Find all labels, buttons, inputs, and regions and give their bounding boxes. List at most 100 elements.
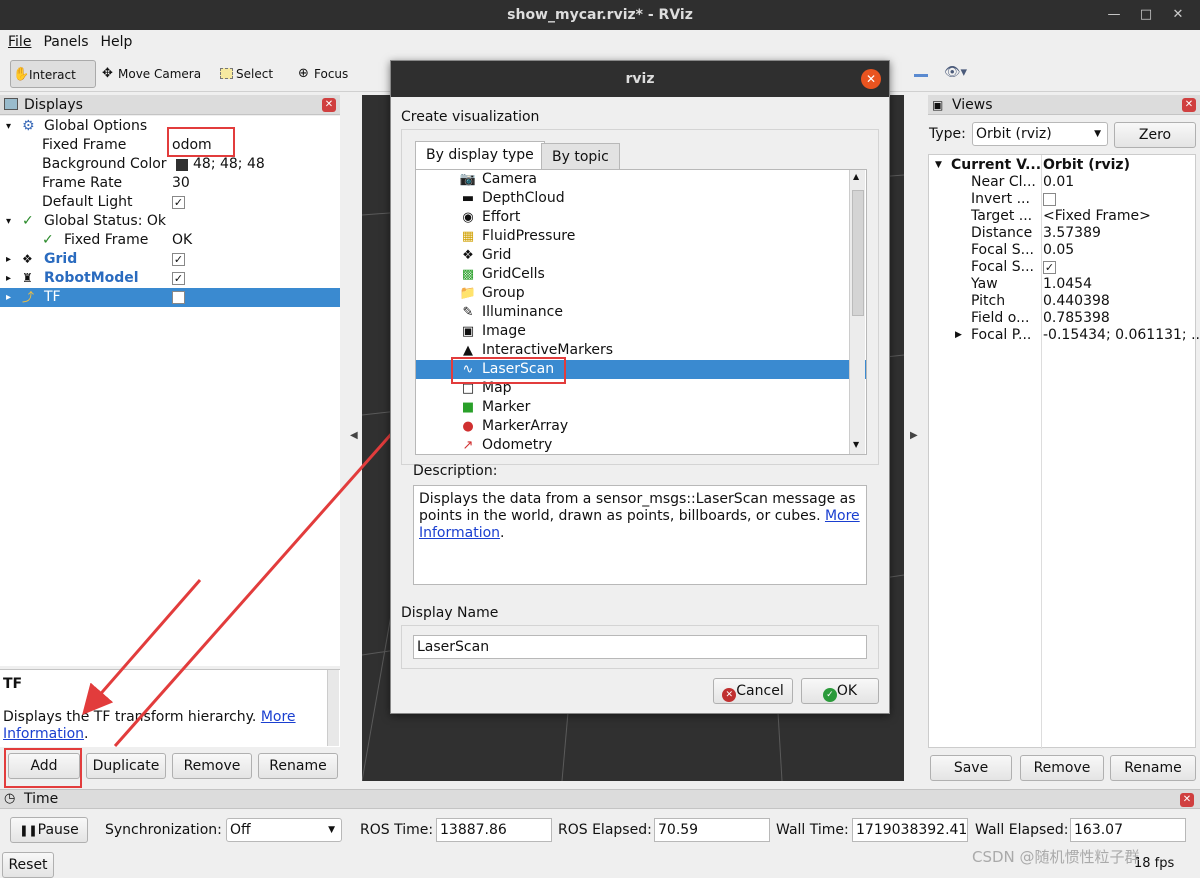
ok-button[interactable]: ✓ OK [801,678,879,704]
move-camera-button[interactable]: ✥ Move Camera [100,60,210,88]
view-prop-value[interactable]: 0.440398 [1043,293,1110,310]
background-color-value[interactable]: 48; 48; 48 [193,155,265,174]
close-displays-icon[interactable]: ✕ [322,98,336,112]
close-window-icon[interactable]: ✕ [1164,0,1192,30]
collapse-left-icon[interactable]: ◀ [350,430,358,441]
view-prop-row[interactable]: Current V... Orbit (rviz) ▼ [929,157,1197,174]
tf-checkbox[interactable] [172,291,185,304]
wall-elapsed-field[interactable]: 163.07 [1070,818,1186,842]
views-remove-button[interactable]: Remove [1020,755,1104,781]
cancel-button[interactable]: ✕ Cancel [713,678,793,704]
scroll-thumb[interactable] [852,190,864,316]
vis-item-illuminance[interactable]: ✎ Illuminance [416,303,866,322]
view-prop-row[interactable]: Target ... <Fixed Frame> [929,208,1197,225]
grid-checkbox[interactable]: ✓ [172,253,185,266]
view-prop-row[interactable]: Pitch 0.440398 [929,293,1197,310]
pause-button[interactable]: ❚❚Pause [10,817,88,843]
remove-button[interactable]: Remove [172,753,252,779]
display-item-grid[interactable]: ▸ ❖ Grid ✓ [0,250,340,269]
list-scrollbar[interactable]: ▲ ▼ [849,170,865,454]
default-light-checkbox[interactable]: ✓ [172,195,185,209]
dialog-more-link[interactable]: More [825,508,860,524]
view-prop-value[interactable]: 0.01 [1043,174,1074,191]
expand-arrow-icon[interactable]: ▸ [6,269,11,288]
vis-item-image[interactable]: ▣ Image [416,322,866,341]
close-time-icon[interactable]: ✕ [1180,793,1194,807]
eye-icon[interactable]: 👁▾ [944,65,967,80]
view-prop-row[interactable]: Yaw 1.0454 [929,276,1197,293]
measure-icon[interactable] [914,74,928,77]
view-prop-row[interactable]: Field o... 0.785398 [929,310,1197,327]
more-info-link[interactable]: More [261,709,296,725]
expand-arrow-icon[interactable]: ▾ [6,212,11,231]
minimize-icon[interactable]: — [1100,0,1128,30]
select-button[interactable]: Select [218,60,288,88]
vis-item-effort[interactable]: ◉ Effort [416,208,866,227]
tab-by-display-type[interactable]: By display type [415,141,545,169]
scroll-up-icon[interactable]: ▲ [853,172,859,181]
view-prop-value[interactable]: 0.785398 [1043,310,1110,327]
view-prop-value[interactable]: <Fixed Frame> [1043,208,1151,225]
expand-arrow-icon[interactable]: ▶ [955,327,962,344]
collapse-right-icon[interactable]: ▶ [910,430,918,441]
close-views-icon[interactable]: ✕ [1182,98,1196,112]
display-name-input[interactable]: LaserScan [413,635,867,659]
dialog-close-icon[interactable]: ✕ [861,69,881,89]
vis-item-marker[interactable]: ■ Marker [416,398,866,417]
duplicate-button[interactable]: Duplicate [86,753,166,779]
view-prop-value[interactable]: 3.57389 [1043,225,1101,242]
more-info-link-2[interactable]: Information [3,726,84,742]
view-prop-row[interactable]: Distance 3.57389 [929,225,1197,242]
expand-arrow-icon[interactable]: ▾ [6,117,11,136]
views-rename-button[interactable]: Rename [1110,755,1196,781]
expand-arrow-icon[interactable]: ▼ [935,157,942,174]
interact-button[interactable]: ✋ Interact [10,60,96,88]
menu-help[interactable]: Help [93,30,137,50]
vis-item-group[interactable]: 📁 Group [416,284,866,303]
view-prop-row[interactable]: Focal P... -0.15434; 0.061131; ... ▶ [929,327,1200,344]
frame-rate-value[interactable]: 30 [172,174,190,193]
menu-panels[interactable]: Panels [35,30,92,50]
tab-by-topic[interactable]: By topic [541,143,620,169]
view-prop-value[interactable]: Orbit (rviz) [1043,157,1130,174]
focus-camera-button[interactable]: ⊕Focus Camera [296,60,390,88]
sync-select[interactable]: Off ▼ [226,818,342,842]
dialog-info-link[interactable]: Information [419,525,500,541]
view-prop-value[interactable]: 1.0454 [1043,276,1092,293]
view-prop-row[interactable]: Invert ... [929,191,1197,208]
description-scrollbar[interactable] [327,670,339,746]
vis-item-markerarray[interactable]: ● MarkerArray [416,417,866,436]
vis-item-odometry[interactable]: ↗ Odometry [416,436,866,454]
expand-arrow-icon[interactable]: ▸ [6,250,11,269]
rename-button[interactable]: Rename [258,753,338,779]
robotmodel-checkbox[interactable]: ✓ [172,272,185,285]
zero-button[interactable]: Zero [1114,122,1196,148]
view-prop-checkbox[interactable]: ✓ [1043,261,1056,274]
view-prop-value[interactable]: -0.15434; 0.061131; ... [1043,327,1200,344]
view-prop-checkbox[interactable] [1043,193,1056,206]
reset-button[interactable]: Reset [2,852,54,878]
scroll-down-icon[interactable]: ▼ [853,440,859,449]
view-prop-row[interactable]: Focal S... ✓ [929,259,1197,276]
view-prop-value[interactable]: 0.05 [1043,242,1074,259]
view-type-select[interactable]: Orbit (rviz) ▼ [972,122,1108,146]
vis-item-gridcells[interactable]: ▩ GridCells [416,265,866,284]
select-icon [220,68,233,79]
vis-item-fluidpressure[interactable]: ▦ FluidPressure [416,227,866,246]
maximize-icon[interactable]: □ [1132,0,1160,30]
display-item-tf[interactable]: ▸ ⤴ TF [0,288,340,307]
global-status-row[interactable]: ▾ ✓ Global Status: Ok [0,212,340,231]
vis-item-camera[interactable]: 📷 Camera [416,170,866,189]
expand-arrow-icon[interactable]: ▸ [6,288,11,307]
view-prop-row[interactable]: Focal S... 0.05 [929,242,1197,259]
ros-elapsed-field[interactable]: 70.59 [654,818,770,842]
color-swatch[interactable] [176,159,188,171]
display-item-robotmodel[interactable]: ▸ ♜ RobotModel ✓ [0,269,340,288]
menu-file[interactable]: File [0,30,35,50]
views-save-button[interactable]: Save [930,755,1012,781]
ros-time-field[interactable]: 13887.86 [436,818,552,842]
vis-item-depthcloud[interactable]: ▬ DepthCloud [416,189,866,208]
vis-item-grid[interactable]: ❖ Grid [416,246,866,265]
view-prop-row[interactable]: Near Cl... 0.01 [929,174,1197,191]
wall-time-field[interactable]: 1719038392.41 [852,818,968,842]
